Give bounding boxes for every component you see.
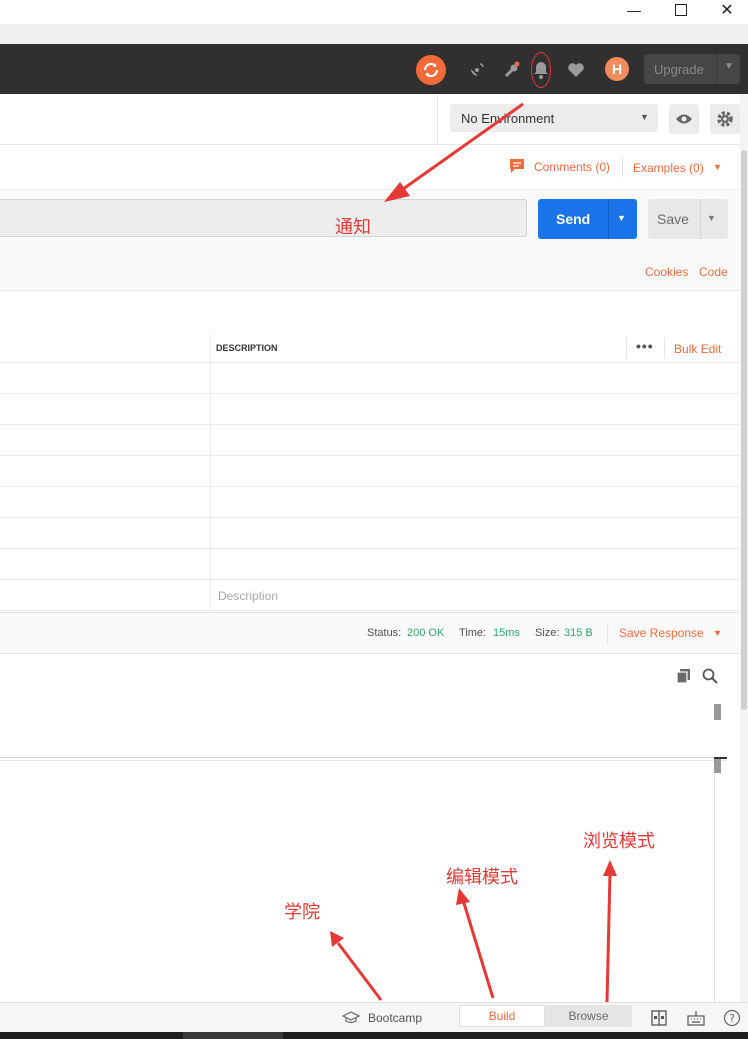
time-value: 15ms — [493, 627, 520, 639]
divider — [700, 199, 701, 239]
save-button[interactable]: Save ▼ — [648, 199, 728, 239]
divider — [0, 760, 727, 761]
copy-icon[interactable] — [676, 668, 692, 687]
params-toolbar — [0, 291, 740, 333]
size-value: 315 B — [564, 627, 593, 639]
divider — [437, 94, 438, 144]
cookies-link[interactable]: Cookies — [645, 265, 688, 279]
divider — [714, 774, 715, 1002]
divider — [622, 157, 623, 177]
eye-icon[interactable] — [669, 104, 699, 134]
chevron-down-icon[interactable]: ▼ — [713, 628, 722, 638]
close-icon[interactable]: ✕ — [707, 0, 747, 20]
build-mode-tab[interactable]: Build — [459, 1005, 545, 1027]
divider — [608, 199, 609, 239]
table-row[interactable]: Description — [0, 580, 740, 611]
table-header: DESCRIPTION ••• Bulk Edit — [0, 332, 740, 363]
browse-mode-tab[interactable]: Browse — [545, 1005, 632, 1027]
annotation-browse-mode: 浏览模式 — [583, 831, 655, 852]
bootcamp-button[interactable]: Bootcamp — [368, 1011, 422, 1025]
save-response-button[interactable]: Save Response — [619, 626, 704, 640]
url-input[interactable] — [0, 199, 527, 237]
examples-link[interactable]: Examples (0) — [633, 161, 704, 175]
description-input[interactable]: Description — [218, 589, 278, 603]
comment-icon — [509, 158, 525, 177]
environment-select[interactable]: No Environment ▼ — [450, 104, 658, 132]
table-row[interactable] — [0, 425, 740, 456]
table-row[interactable] — [0, 363, 740, 394]
svg-text:?: ? — [729, 1012, 735, 1025]
upgrade-button[interactable]: Upgrade ▼ — [644, 54, 740, 84]
code-link[interactable]: Code — [699, 265, 728, 279]
chevron-down-icon[interactable]: ▼ — [724, 61, 734, 72]
minimize-icon[interactable]: — — [614, 0, 654, 20]
gear-icon[interactable] — [710, 104, 740, 134]
search-icon[interactable] — [702, 668, 718, 687]
status-label: Status: — [367, 627, 402, 639]
keyboard-icon[interactable] — [687, 1009, 705, 1030]
two-pane-icon[interactable] — [651, 1010, 667, 1029]
chevron-down-icon[interactable]: ▼ — [617, 213, 626, 223]
response-scrollbar-thumb[interactable] — [714, 704, 721, 720]
request-tabs-row: Cookies Code — [0, 250, 740, 291]
taskbar-item — [183, 1032, 283, 1039]
divider — [626, 338, 627, 358]
table-row[interactable] — [0, 456, 740, 487]
help-icon[interactable]: ? — [723, 1009, 741, 1030]
table-row[interactable] — [0, 394, 740, 425]
satellite-icon[interactable] — [463, 56, 491, 84]
request-meta-bar: Comments (0) Examples (0) ▼ — [0, 145, 740, 190]
upgrade-label: Upgrade — [654, 61, 704, 77]
heart-icon[interactable] — [562, 56, 590, 84]
time-label: Time: — [459, 627, 487, 639]
status-bar: Bootcamp ? — [0, 1002, 748, 1033]
build-label: Build — [488, 1009, 516, 1023]
status-value: 200 OK — [407, 627, 445, 639]
save-label: Save — [657, 211, 689, 227]
response-status-bar: Status: 200 OK Time: 15ms Size: 315 B Sa… — [0, 612, 740, 654]
taskbar-strip — [0, 1032, 748, 1039]
sync-icon[interactable] — [416, 55, 446, 85]
divider — [607, 623, 608, 643]
column-header-description: DESCRIPTION — [216, 343, 278, 353]
bulk-edit-link[interactable]: Bulk Edit — [674, 342, 721, 356]
comments-link[interactable]: Comments (0) — [534, 160, 610, 174]
window-titlebar: — ✕ — [0, 0, 748, 24]
chevron-down-icon: ▼ — [640, 112, 649, 122]
divider — [0, 757, 727, 758]
browse-label: Browse — [568, 1009, 609, 1023]
wrench-icon[interactable] — [498, 56, 526, 84]
maximize-icon[interactable] — [661, 0, 701, 20]
avatar-initial: H — [611, 61, 623, 77]
annotation-academy: 学院 — [284, 902, 320, 923]
table-row[interactable] — [0, 518, 740, 549]
annotation-edit-mode: 编辑模式 — [446, 867, 518, 888]
more-options-icon[interactable]: ••• — [636, 338, 654, 354]
environment-label: No Environment — [461, 110, 555, 126]
size-label: Size: — [535, 627, 560, 639]
chevron-down-icon[interactable]: ▼ — [707, 213, 716, 223]
graduation-cap-icon — [341, 1011, 361, 1028]
avatar[interactable]: H — [605, 57, 629, 81]
send-label: Send — [556, 211, 591, 227]
divider — [664, 338, 665, 358]
send-button[interactable]: Send ▼ — [538, 199, 637, 239]
resize-handle[interactable] — [714, 757, 727, 773]
annotation-circle — [531, 52, 551, 88]
table-row[interactable] — [0, 549, 740, 580]
chevron-down-icon[interactable]: ▼ — [713, 162, 722, 172]
annotation-notify: 通知 — [335, 217, 371, 238]
menu-strip — [0, 24, 748, 45]
table-row[interactable] — [0, 487, 740, 518]
params-table: DESCRIPTION ••• Bulk Edit Description — [0, 332, 740, 612]
app-header: H Upgrade ▼ — [0, 44, 748, 94]
scrollbar-thumb[interactable] — [741, 150, 747, 710]
